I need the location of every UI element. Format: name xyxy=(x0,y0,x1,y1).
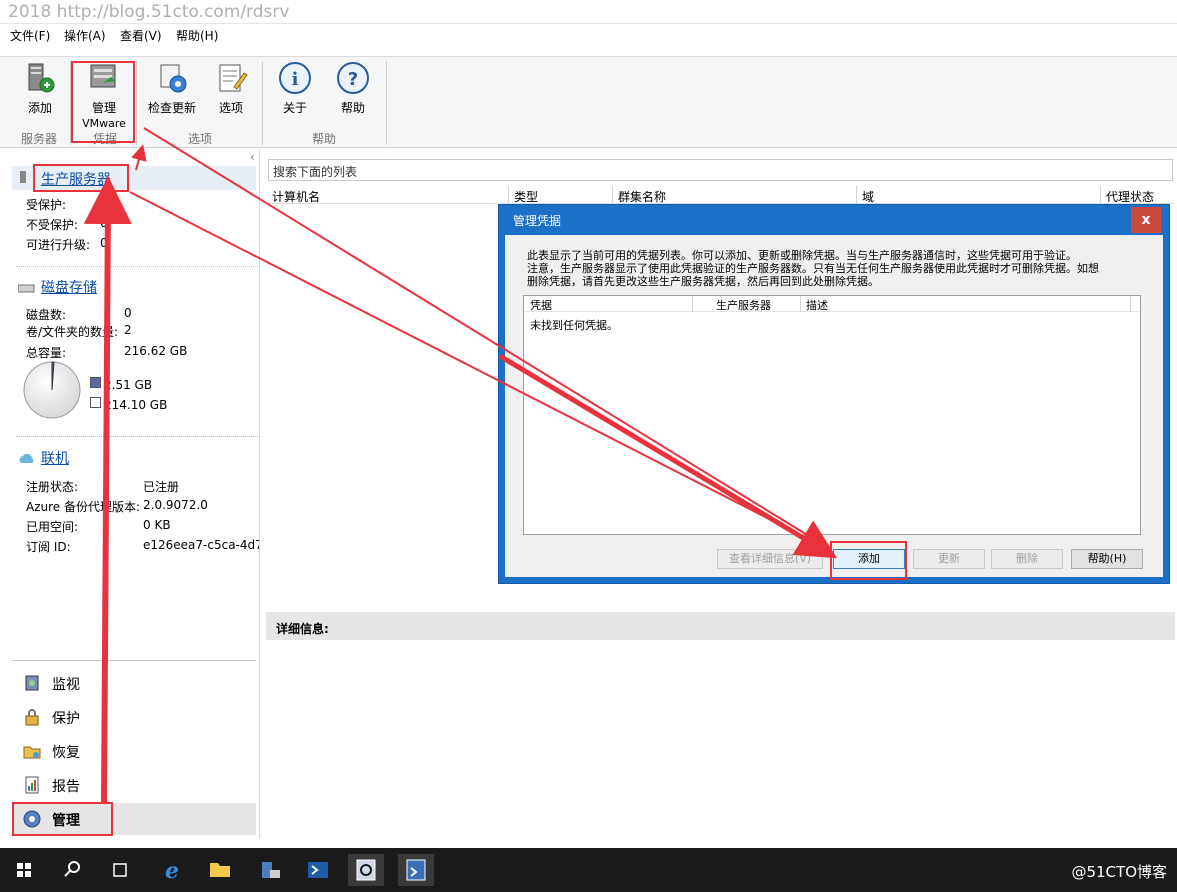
arrow-up-to-prod-servers xyxy=(83,176,132,804)
task-view-icon[interactable] xyxy=(102,854,138,886)
arrow-diagonal-thin xyxy=(143,127,823,545)
arrow-to-manage-button xyxy=(131,144,147,171)
taskbar: e @51CTO博客 xyxy=(0,848,1177,892)
svg-text:e: e xyxy=(165,858,179,884)
ie-browser-icon[interactable]: e xyxy=(154,854,190,886)
arrow-diagonal-thin xyxy=(129,191,823,547)
brand-watermark: @51CTO博客 xyxy=(1071,863,1167,881)
annotation-arrows xyxy=(83,127,838,804)
powershell-icon[interactable] xyxy=(300,854,336,886)
file-explorer-icon[interactable] xyxy=(202,854,238,886)
server-manager-icon[interactable] xyxy=(252,854,288,886)
windows-start-icon[interactable] xyxy=(6,854,42,886)
search-icon[interactable] xyxy=(54,854,90,886)
arrow-to-add-button xyxy=(498,353,838,559)
dpm-shell-icon[interactable] xyxy=(398,854,434,886)
dpm-console-icon[interactable] xyxy=(348,854,384,886)
